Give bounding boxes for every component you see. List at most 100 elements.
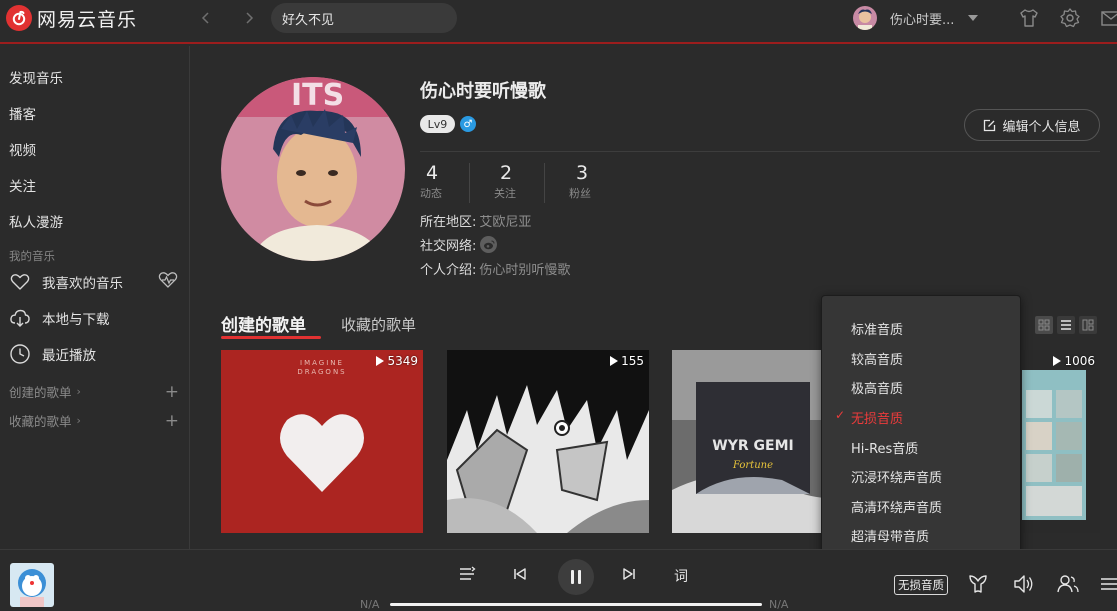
grid-view-icon[interactable]	[1035, 316, 1053, 334]
netease-logo-icon	[6, 5, 32, 31]
male-gender-icon: ♂	[460, 116, 476, 132]
region-value: 艾欧尼亚	[479, 215, 532, 230]
tab-active-indicator	[221, 336, 321, 339]
sound-effect-icon[interactable]	[967, 573, 989, 595]
quality-option-higher[interactable]: 较高音质	[851, 349, 903, 368]
back-arrow-icon[interactable]	[196, 8, 216, 28]
now-playing-cover[interactable]	[10, 563, 54, 607]
stat-following[interactable]: 2 关注	[494, 162, 554, 201]
svg-text:DRAGONS: DRAGONS	[297, 368, 346, 376]
edit-profile-button[interactable]: 编辑个人信息	[964, 109, 1100, 141]
stat-value: 2	[500, 162, 513, 184]
sidebar-created-playlists[interactable]: 创建的歌单 › +	[9, 382, 179, 401]
lyrics-button[interactable]: 词	[674, 566, 688, 586]
mail-icon[interactable]	[1100, 7, 1117, 29]
pause-button[interactable]	[558, 559, 594, 595]
caret-down-icon[interactable]	[968, 15, 979, 21]
user-name[interactable]: 伤心时要...	[890, 9, 954, 28]
quality-option-hd-surround[interactable]: 高清环绕声音质	[851, 497, 942, 516]
collected-playlists-label: 收藏的歌单	[9, 414, 72, 429]
weibo-icon[interactable]	[480, 236, 498, 253]
compact-view-icon[interactable]	[1079, 316, 1097, 334]
avatar[interactable]	[853, 6, 877, 30]
play-count: 5349	[376, 354, 418, 368]
quality-option-hires[interactable]: Hi-Res音质	[851, 438, 918, 457]
stat-separator	[544, 163, 545, 203]
listen-together-icon[interactable]	[1056, 573, 1080, 595]
previous-track-icon[interactable]	[513, 567, 527, 581]
sidebar-item-follow[interactable]: 关注	[9, 175, 36, 195]
play-count-value: 155	[621, 354, 644, 368]
playlist-queue-icon[interactable]	[458, 566, 476, 582]
profile-avatar[interactable]: ITS	[221, 77, 405, 261]
time-total: N/A	[769, 598, 789, 611]
sidebar-collected-playlists[interactable]: 收藏的歌单 › +	[9, 411, 179, 430]
check-icon: ✓	[835, 408, 846, 422]
chevron-right-icon: ›	[76, 414, 81, 427]
svg-text:ITS: ITS	[291, 78, 344, 113]
play-count-value: 5349	[387, 354, 418, 368]
playlist-card[interactable]: 155	[447, 350, 649, 533]
quality-option-standard[interactable]: 标准音质	[851, 319, 903, 338]
tab-collected-playlists[interactable]: 收藏的歌单	[341, 314, 416, 335]
sidebar-item-video[interactable]: 视频	[9, 139, 36, 159]
intro-label: 个人介绍:	[420, 263, 477, 278]
stat-fans[interactable]: 3 粉丝	[569, 162, 629, 201]
playlist-cover: IMAGINE DRAGONS	[221, 350, 423, 533]
gear-icon[interactable]	[1059, 7, 1081, 29]
sidebar-item-label: 最近播放	[42, 348, 96, 364]
quality-option-master[interactable]: 超清母带音质	[851, 526, 929, 545]
quality-option-lossless[interactable]: 无损音质	[851, 408, 903, 427]
sidebar-item-discover[interactable]: 发现音乐	[9, 67, 63, 87]
sidebar-item-label: 我喜欢的音乐	[42, 276, 123, 292]
play-icon	[610, 356, 619, 366]
quality-option-extreme[interactable]: 极高音质	[851, 378, 903, 397]
time-current: N/A	[360, 598, 380, 611]
sidebar-item-podcast[interactable]: 播客	[9, 103, 36, 123]
svg-text:IMAGINE: IMAGINE	[300, 359, 344, 367]
cloud-download-icon	[9, 307, 31, 329]
progress-bar[interactable]	[390, 603, 762, 606]
svg-text:WYR GEMI: WYR GEMI	[712, 438, 793, 454]
list-view-icon[interactable]	[1057, 316, 1075, 334]
volume-icon[interactable]	[1012, 573, 1034, 595]
sidebar-item-local-download[interactable]: 本地与下载	[9, 307, 179, 329]
play-count-value: 1006	[1064, 354, 1095, 368]
stat-value: 4	[426, 162, 439, 184]
stat-label: 粉丝	[569, 187, 591, 200]
quality-option-immersive[interactable]: 沉浸环绕声音质	[851, 467, 942, 486]
app-logo[interactable]: 网易云音乐	[6, 4, 137, 32]
stat-label: 动态	[420, 187, 442, 200]
sidebar-item-label: 本地与下载	[42, 312, 110, 328]
sidebar-item-recent[interactable]: 最近播放	[9, 343, 179, 365]
tshirt-icon[interactable]	[1018, 7, 1040, 29]
search-input[interactable]: 好久不见	[271, 3, 457, 33]
chevron-right-icon: ›	[76, 385, 81, 398]
profile-name: 伤心时要听慢歌	[420, 81, 546, 102]
heartbeat-mode-icon[interactable]	[157, 270, 179, 294]
quality-button[interactable]: 无损音质	[894, 575, 948, 595]
add-playlist-icon[interactable]: +	[165, 383, 179, 400]
user-menu[interactable]: 伤心时要...	[853, 6, 979, 30]
playlist-card[interactable]: IMAGINE DRAGONS 5349	[221, 350, 423, 533]
stat-events[interactable]: 4 动态	[420, 162, 480, 201]
stat-label: 关注	[494, 187, 516, 200]
svg-text:Fortune: Fortune	[732, 460, 773, 471]
clock-icon	[9, 343, 31, 365]
sidebar-item-private-roam[interactable]: 私人漫游	[9, 211, 63, 231]
playlist-panel-icon[interactable]	[1098, 573, 1117, 595]
add-collected-icon[interactable]: +	[165, 412, 179, 429]
next-track-icon[interactable]	[622, 567, 636, 581]
play-count: 155	[610, 354, 644, 368]
play-count: 1006	[1053, 354, 1095, 368]
play-icon	[376, 356, 385, 366]
quality-dropdown: 标准音质 较高音质 极高音质 ✓ 无损音质 Hi-Res音质 沉浸环绕声音质 高…	[821, 295, 1021, 566]
player-bar: 词 N/A N/A 无损音质	[0, 549, 1117, 611]
social-label: 社交网络:	[420, 239, 477, 254]
heart-icon	[9, 271, 31, 293]
sidebar-item-liked-music[interactable]: 我喜欢的音乐	[9, 271, 179, 293]
forward-arrow-icon[interactable]	[239, 8, 259, 28]
play-icon	[1053, 356, 1062, 366]
my-music-section-title: 我的音乐	[9, 249, 55, 263]
tab-created-playlists[interactable]: 创建的歌单	[221, 311, 306, 336]
